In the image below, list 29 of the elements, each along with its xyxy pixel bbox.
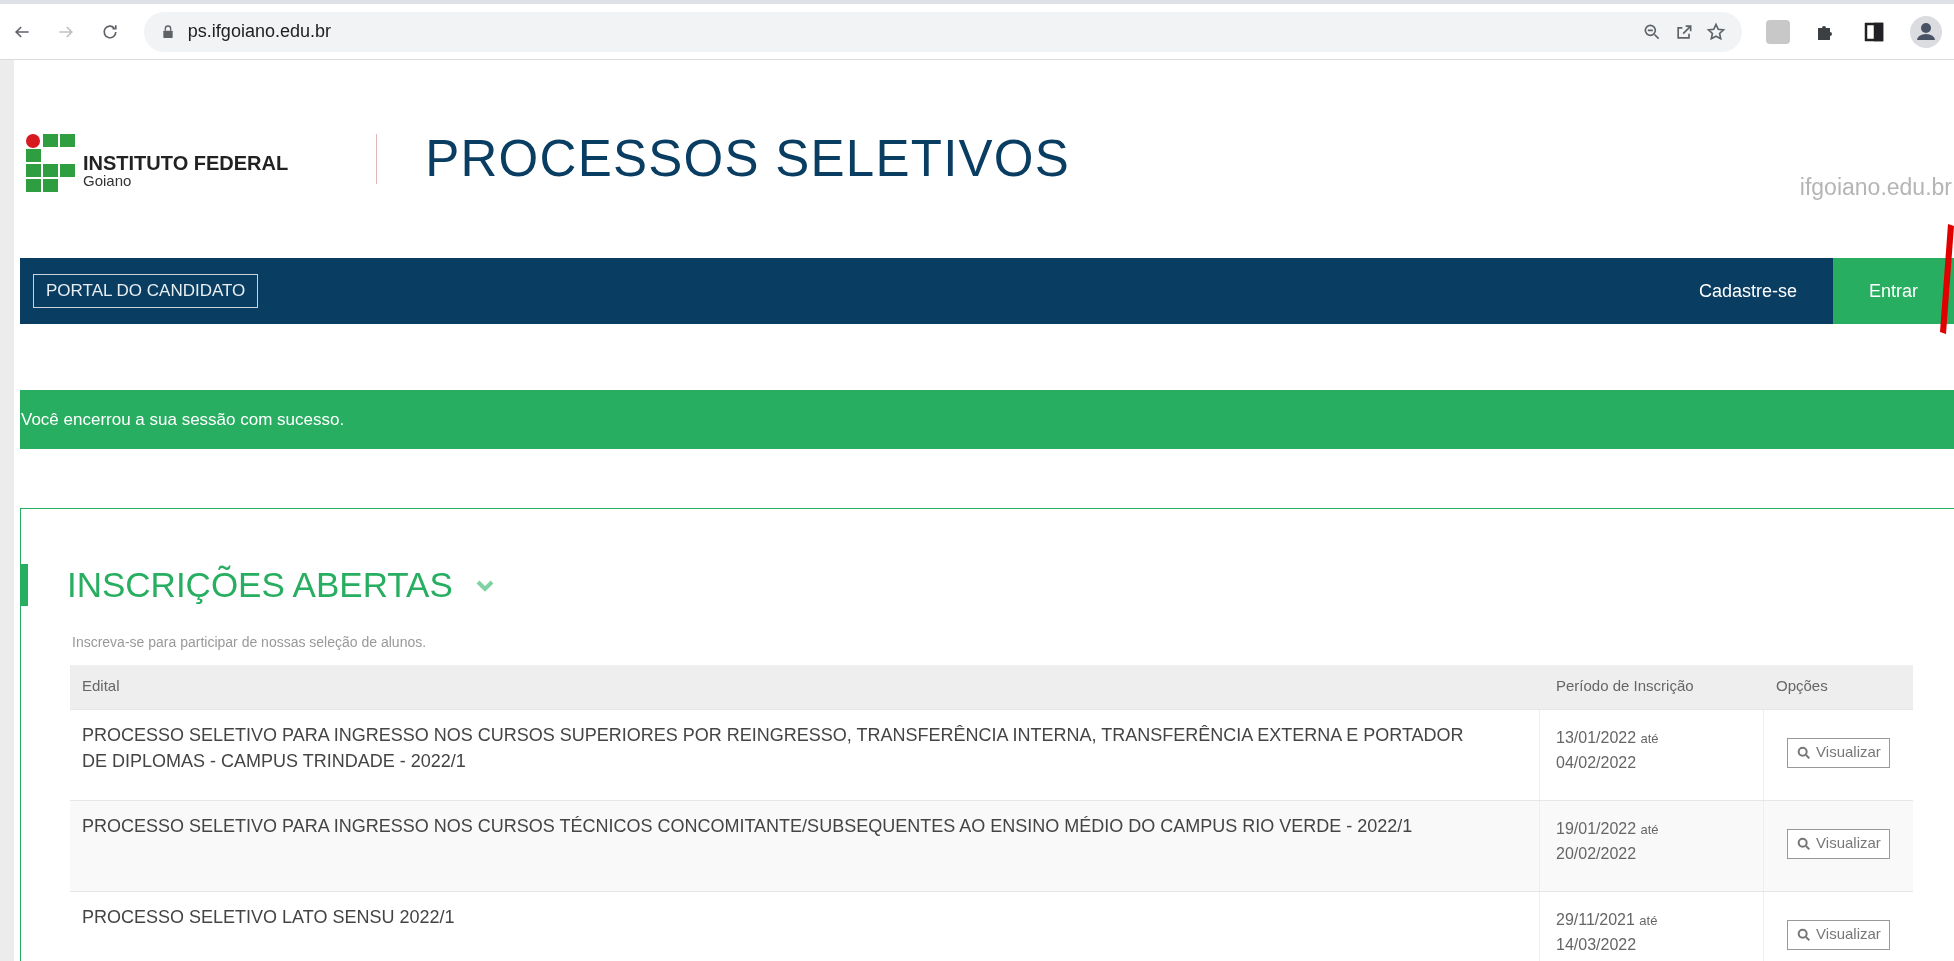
table-cell: PROCESSO SELETIVO LATO SENSU 2022/1 <box>70 891 1540 961</box>
logo-icon <box>26 134 75 192</box>
register-link[interactable]: Cadastre-se <box>1662 258 1833 324</box>
search-icon <box>1796 835 1813 852</box>
table-cell: 19/01/2022 até 20/02/2022 <box>1540 800 1764 891</box>
table-cell: PROCESSO SELETIVO PARA INGRESSO NOS CURSOS SUPERIORES POR REINGRESSO, TRANSFERÊNCIA INTERNA, TRANSFERÊNCIA EXTERNA E PORTADOR DE DIPLOMAS - CAMPUS TRINDADE - 2022/1 <box>70 709 1540 800</box>
column-header: Período de Inscrição <box>1555 676 1695 697</box>
column-header: Edital <box>81 676 121 697</box>
view-button[interactable]: Visualizar <box>1787 828 1890 859</box>
view-button[interactable]: Visualizar <box>1787 919 1890 950</box>
table-cell: 13/01/2022 até 04/02/2022 <box>1540 709 1764 800</box>
column-header: Opções <box>1775 676 1829 697</box>
search-icon <box>1796 744 1813 761</box>
login-link[interactable]: Entrar <box>1832 258 1954 324</box>
table-cell: PROCESSO SELETIVO PARA INGRESSO NOS CURSOS TÉCNICOS CONCOMITANTE/SUBSEQUENTES AO ENSINO MÉDIO DO CAMPUS RIO VERDE - 2022/1 <box>70 800 1540 891</box>
section-title: INSCRIÇÕES ABERTAS <box>67 564 453 606</box>
success-alert: Você encerrou a sua sessão com sucesso. <box>20 390 1954 449</box>
search-icon <box>1796 926 1813 943</box>
profile-icon[interactable] <box>1910 15 1942 48</box>
view-button[interactable]: Visualizar <box>1787 737 1890 768</box>
address-bar[interactable]: ps.ifgoiano.edu.br <box>143 11 1742 52</box>
page-title: PROCESSOS SELETIVOS <box>425 128 1071 189</box>
url-text: ps.ifgoiano.edu.br <box>187 20 331 43</box>
logo-title: INSTITUTO FEDERAL <box>83 153 289 173</box>
section-description: Inscreva-se para participar de nossas seleção de alunos. <box>72 632 428 652</box>
logo-subtitle: Goiano <box>83 173 133 188</box>
table-cell: 29/11/2021 até 14/03/2022 <box>1540 891 1764 961</box>
star-icon[interactable] <box>1706 21 1726 42</box>
portal-button[interactable]: PORTAL DO CANDIDATO <box>33 274 259 308</box>
